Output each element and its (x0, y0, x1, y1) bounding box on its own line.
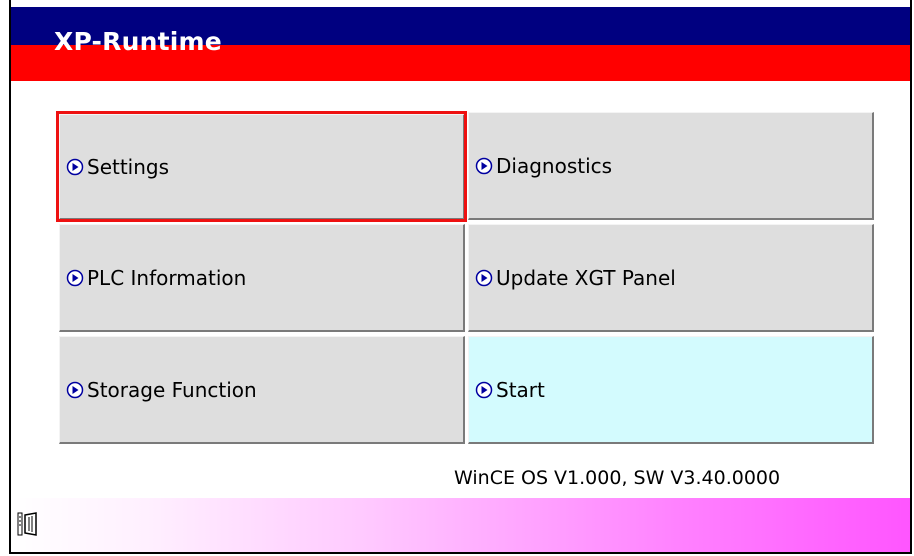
circle-arrow-right-icon (475, 157, 493, 174)
settings-button[interactable]: Settings (59, 114, 465, 220)
plc-information-button[interactable]: PLC Information (59, 224, 465, 332)
update-xgt-panel-button-label: Update XGT Panel (496, 265, 676, 290)
diagnostics-button-label: Diagnostics (496, 153, 613, 178)
diagnostics-button[interactable]: Diagnostics (468, 112, 874, 220)
circle-arrow-right-icon (66, 269, 84, 286)
settings-button-label: Settings (87, 154, 170, 179)
title-bar: XP-Runtime (11, 7, 910, 81)
bottom-bar (11, 498, 910, 552)
start-button-label: Start (496, 377, 545, 402)
circle-arrow-right-icon (475, 381, 493, 398)
start-button[interactable]: Start (468, 336, 874, 444)
circle-arrow-right-icon (66, 158, 84, 175)
circle-arrow-right-icon (66, 381, 84, 398)
storage-function-button[interactable]: Storage Function (59, 336, 465, 444)
vnc-icon[interactable] (17, 511, 39, 537)
storage-function-button-label: Storage Function (87, 377, 257, 402)
app-title: XP-Runtime (54, 27, 222, 56)
plc-information-button-label: PLC Information (87, 265, 247, 290)
circle-arrow-right-icon (475, 269, 493, 286)
version-info: WinCE OS V1.000, SW V3.40.0000 (454, 467, 781, 489)
update-xgt-panel-button[interactable]: Update XGT Panel (468, 224, 874, 332)
